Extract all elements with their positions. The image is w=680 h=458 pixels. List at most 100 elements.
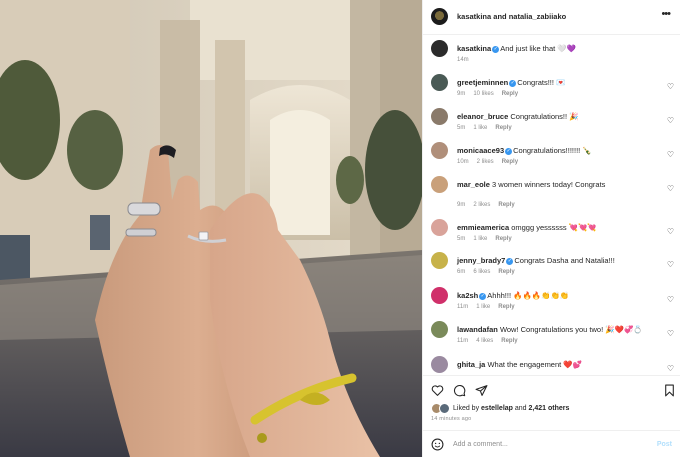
instagram-post-window: kasatkina and natalia_zabiiako ••• kasat… [0, 0, 680, 457]
comment-likes[interactable]: 2 likes [473, 202, 490, 208]
comment-likes[interactable]: 1 like [473, 125, 487, 131]
post-timestamp: 14 minutes ago [431, 416, 472, 422]
comment-like-heart-icon[interactable]: ♡ [667, 295, 674, 304]
verified-badge-icon: ✓ [505, 147, 513, 155]
comment-time: 6m [457, 269, 466, 275]
comment-likes[interactable]: 1 like [476, 304, 490, 310]
comment-like-heart-icon[interactable]: ♡ [667, 329, 674, 338]
post-comment-button[interactable]: Post [657, 441, 672, 448]
comment-text: greetjeminnen ✓ Congrats!!! 💌 [457, 78, 657, 88]
comment-time: 14m [457, 57, 469, 63]
verified-badge-icon: ✓ [506, 257, 514, 265]
comment-username[interactable]: kasatkina [457, 44, 491, 53]
commenter-avatar[interactable] [431, 219, 448, 236]
reply-button[interactable]: Reply [498, 269, 514, 275]
more-horizontal-icon[interactable]: ••• [661, 9, 671, 20]
comment-likes[interactable]: 2 likes [477, 159, 494, 165]
commenter-avatar[interactable] [431, 252, 448, 269]
reply-button[interactable]: Reply [498, 202, 514, 208]
comment-likes[interactable]: 1 like [473, 236, 487, 242]
commenter-avatar[interactable] [431, 321, 448, 338]
comment-time: 9m [457, 202, 466, 208]
add-comment-bar: Add a comment... Post [423, 430, 680, 458]
reply-button[interactable]: Reply [502, 91, 518, 97]
post-header: kasatkina and natalia_zabiiako ••• [423, 0, 680, 35]
commenter-avatar[interactable] [431, 287, 448, 304]
comment-meta: 9m 2 likes Reply [457, 202, 523, 208]
comment-text: emmieamerica omggg yessssss 💘💘💘 [457, 223, 657, 233]
comment-text: monicaace93 ✓ Congratulations!!!!!!! 🍾 [457, 146, 657, 156]
comment-username[interactable]: lawandafan [457, 325, 498, 334]
post-sidebar: kasatkina and natalia_zabiiako ••• kasat… [422, 0, 680, 457]
comment-likes[interactable]: 4 likes [476, 338, 493, 344]
comment-like-heart-icon[interactable]: ♡ [667, 260, 674, 269]
liker-avatar [439, 402, 450, 414]
likes-prefix: Liked by [453, 404, 482, 412]
comment-body: Congrats!!! 💌 [517, 78, 566, 87]
comment-like-heart-icon[interactable]: ♡ [667, 82, 674, 91]
comment-like-heart-icon[interactable]: ♡ [667, 227, 674, 236]
comment-username[interactable]: ghita_ja [457, 360, 485, 369]
add-comment-input[interactable]: Add a comment... [453, 441, 508, 448]
comment-meta: 9m 10 likes Reply [457, 91, 526, 97]
reply-button[interactable]: Reply [495, 236, 511, 242]
likes-others-count[interactable]: 2,421 others [529, 405, 570, 412]
share-icon[interactable] [475, 384, 488, 397]
comment-likes[interactable]: 6 likes [473, 269, 490, 275]
comment-time: 10m [457, 159, 469, 165]
comment-username[interactable]: jenny_brady7 [457, 256, 505, 265]
comment-username[interactable]: monicaace93 [457, 146, 504, 155]
comment-text: lawandafan Wow! Congratulations you two!… [457, 325, 657, 335]
comment-text: mar_eole 3 women winners today! Congrats [457, 180, 657, 190]
comments-list: kasatkina ✓ And just like that 🤍💜 14m greetj… [423, 34, 680, 375]
comment-body: 3 women winners today! Congrats [492, 180, 606, 189]
verified-badge-icon: ✓ [509, 79, 517, 87]
comment-time: 11m [457, 304, 469, 310]
comment-body: And just like that 🤍💜 [500, 44, 576, 53]
comment-like-heart-icon[interactable]: ♡ [667, 150, 674, 159]
comment-username[interactable]: eleanor_bruce [457, 112, 508, 121]
author-avatar[interactable] [431, 8, 448, 25]
comment-icon[interactable] [453, 384, 466, 397]
comment-meta: 5m 1 like Reply [457, 236, 520, 242]
liker-username[interactable]: estellelap [481, 405, 513, 412]
comment-like-heart-icon[interactable]: ♡ [667, 116, 674, 125]
comment-body: What the engagement ❤️💕 [487, 360, 582, 369]
comment-username[interactable]: greetjeminnen [457, 78, 508, 87]
commenter-avatar[interactable] [431, 356, 448, 373]
comment-like-heart-icon[interactable]: ♡ [667, 184, 674, 193]
verified-badge-icon: ✓ [479, 292, 487, 300]
comment-likes[interactable]: 10 likes [473, 91, 493, 97]
comment-meta: 11m 4 likes Reply [457, 338, 526, 344]
photo-illustration [0, 0, 422, 457]
comment-meta: 14m [457, 57, 477, 63]
comment-username[interactable]: emmieamerica [457, 223, 509, 232]
comment-text: ka2sh ✓ Ahhh!!! 🔥🔥🔥👏👏👏 [457, 291, 657, 301]
comment-time: 9m [457, 91, 466, 97]
comment-text: jenny_brady7 ✓ Congrats Dasha and Natalia!… [457, 256, 657, 266]
reply-button[interactable]: Reply [495, 125, 511, 131]
comment-text: ghita_ja What the engagement ❤️💕 [457, 360, 657, 370]
commenter-avatar[interactable] [431, 176, 448, 193]
comment-meta: 6m 6 likes Reply [457, 269, 523, 275]
post-author-names[interactable]: kasatkina and natalia_zabiiako [457, 12, 566, 21]
comment-username[interactable]: mar_eole [457, 180, 490, 189]
heart-icon[interactable] [431, 384, 444, 397]
reply-button[interactable]: Reply [501, 338, 517, 344]
comment-body: omggg yessssss 💘💘💘 [511, 223, 597, 232]
emoji-icon[interactable] [431, 438, 444, 451]
comment-username[interactable]: ka2sh [457, 291, 478, 300]
comment-text: kasatkina ✓ And just like that 🤍💜 [457, 44, 657, 54]
bookmark-icon[interactable] [664, 384, 675, 397]
comment-meta: 11m 1 like Reply [457, 304, 523, 310]
reply-button[interactable]: Reply [498, 304, 514, 310]
post-photo[interactable] [0, 0, 422, 457]
commenter-avatar[interactable] [431, 142, 448, 159]
reply-button[interactable]: Reply [502, 159, 518, 165]
likes-text: Liked by estellelap and 2,421 others [453, 405, 569, 412]
commenter-avatar[interactable] [431, 40, 448, 57]
likes-summary: Liked by estellelap and 2,421 others [431, 402, 569, 414]
comment-like-heart-icon[interactable]: ♡ [667, 364, 674, 373]
commenter-avatar[interactable] [431, 108, 448, 125]
commenter-avatar[interactable] [431, 74, 448, 91]
